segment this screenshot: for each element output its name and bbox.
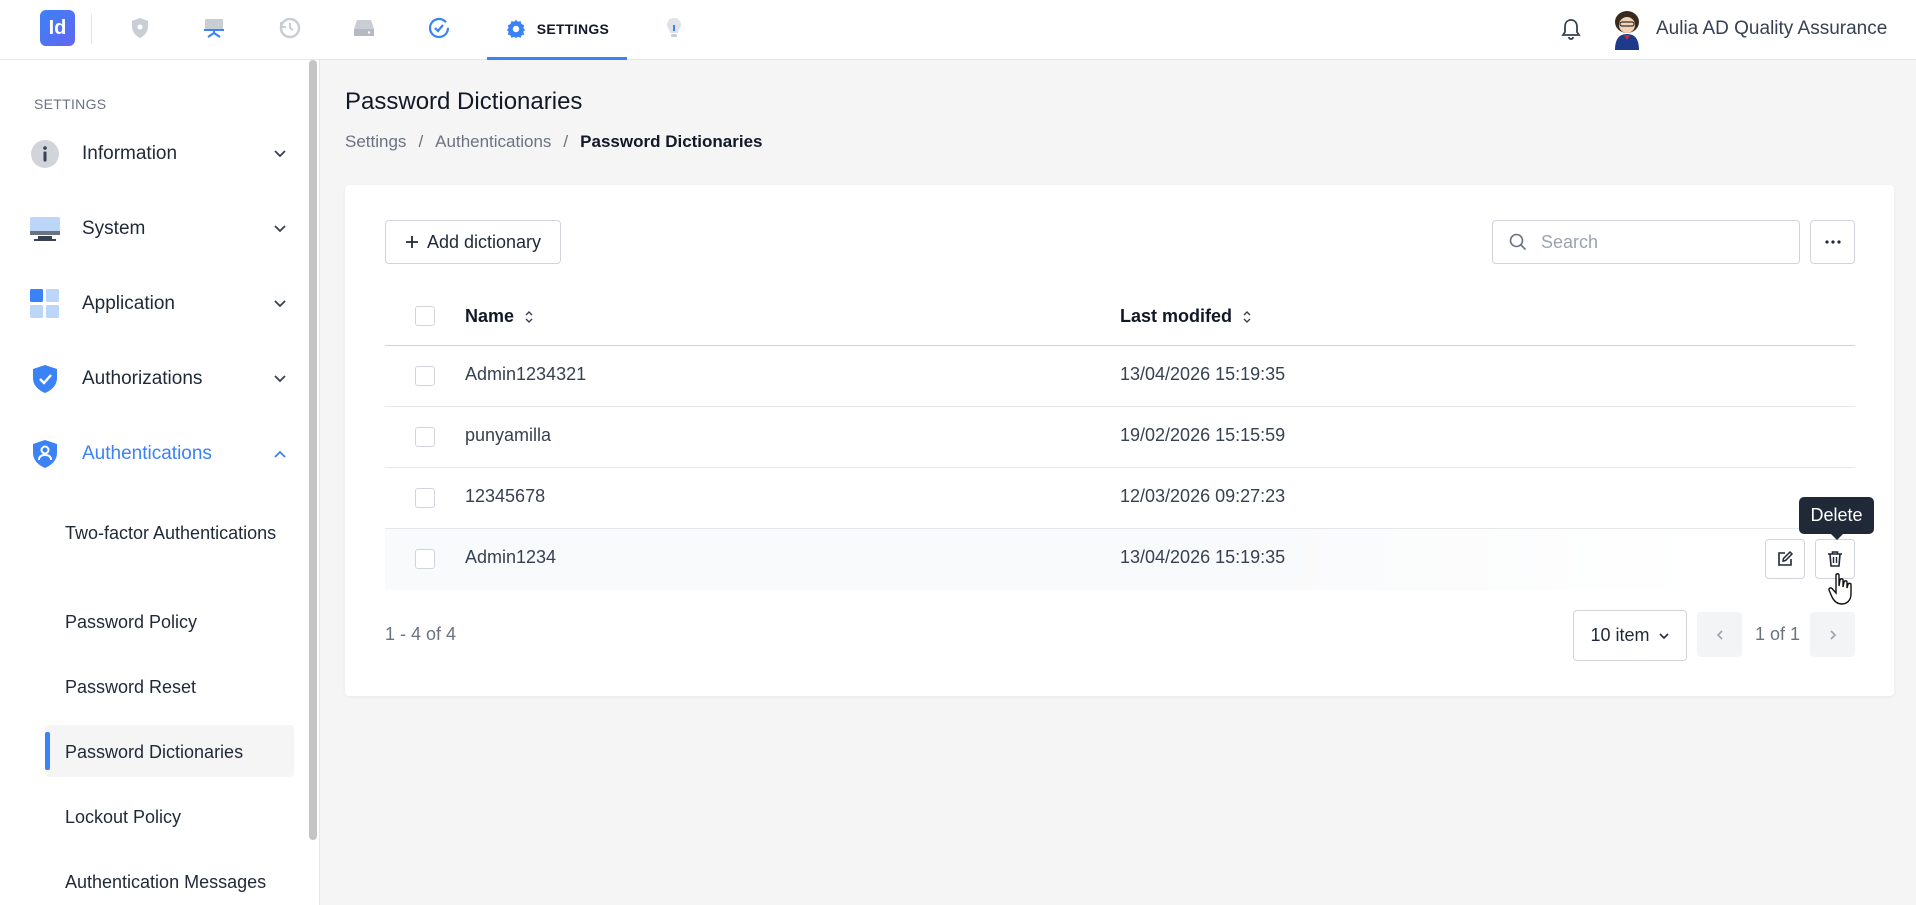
sort-icon — [1243, 310, 1251, 323]
column-header-last-modified[interactable]: Last modifed — [1120, 306, 1252, 327]
row-name: punyamilla — [465, 425, 552, 445]
add-dictionary-button[interactable]: Add dictionary — [385, 220, 561, 264]
avatar[interactable] — [1608, 8, 1646, 50]
row-name: Admin1234 — [465, 547, 557, 567]
sidebar-subitem-password-policy[interactable]: Password Policy — [65, 610, 295, 635]
search-box[interactable] — [1492, 220, 1800, 264]
chevron-up-icon — [270, 444, 290, 464]
notification-bell-icon[interactable] — [1556, 14, 1586, 44]
sidebar-title: SETTINGS — [34, 96, 107, 112]
chevron-down-icon — [270, 294, 290, 314]
divider — [91, 14, 92, 44]
sidebar-subitem-lockout-policy[interactable]: Lockout Policy — [65, 805, 295, 830]
column-header-name-label: Name — [465, 306, 515, 326]
row-name: Admin1234321 — [465, 364, 587, 384]
sidebar-item-label: Authorizations — [82, 368, 203, 389]
table-header: Name Last modifed — [385, 290, 1855, 346]
sidebar-item-label: Authentications — [82, 443, 212, 464]
column-header-name[interactable]: Name — [465, 306, 534, 327]
add-dictionary-label: Add dictionary — [426, 231, 542, 252]
page-title: Password Dictionaries — [345, 88, 583, 115]
chevron-left-icon — [1716, 629, 1723, 640]
app-logo[interactable]: Id — [40, 10, 75, 46]
items-per-page-label: 10 item — [1590, 625, 1650, 645]
page-indicator: 1 of 1 — [1755, 624, 1801, 644]
shield-check-icon — [30, 364, 60, 394]
shield-icon[interactable] — [124, 12, 156, 44]
user-name[interactable]: Aulia AD Quality Assurance — [1656, 18, 1887, 40]
sidebar-subitem-password-reset[interactable]: Password Reset — [65, 675, 295, 700]
top-bar: Id SETTINGS Aulia AD Quality Assurance — [0, 0, 1916, 60]
sidebar-item-authentications[interactable]: Authentications — [30, 432, 290, 476]
info-icon — [30, 139, 60, 169]
next-page-button[interactable] — [1810, 612, 1855, 657]
chevron-down-icon — [1658, 632, 1669, 639]
row-checkbox[interactable] — [415, 549, 435, 569]
hand-cursor-icon — [1828, 572, 1854, 606]
table-row[interactable]: Admin1234 13/04/2026 15:19:35 — [385, 529, 1855, 590]
breadcrumb-separator: / — [563, 132, 569, 151]
chevron-down-icon — [270, 369, 290, 389]
check-circle-icon[interactable] — [423, 12, 455, 44]
row-last-modified: 13/04/2026 15:19:35 — [1120, 547, 1286, 567]
sidebar-subitem-password-dictionaries[interactable]: Password Dictionaries — [65, 740, 295, 765]
row-last-modified: 19/02/2026 15:15:59 — [1120, 425, 1286, 445]
monitor-icon[interactable] — [198, 12, 230, 44]
table-row[interactable]: punyamilla 19/02/2026 15:15:59 — [385, 407, 1855, 468]
sidebar-item-information[interactable]: Information — [30, 132, 290, 176]
sidebar-item-label: Information — [82, 143, 178, 164]
application-grid-icon — [30, 289, 60, 319]
row-checkbox[interactable] — [415, 366, 435, 386]
column-header-last-modified-label: Last modifed — [1120, 306, 1233, 326]
delete-tooltip: Delete — [1799, 497, 1874, 540]
sidebar: SETTINGS Information System Application … — [0, 60, 320, 905]
sidebar-scroll-thumb[interactable] — [309, 60, 317, 840]
drive-icon[interactable] — [348, 12, 380, 44]
lightbulb-icon[interactable] — [658, 12, 690, 44]
trash-icon — [1828, 551, 1842, 567]
sidebar-item-label: System — [82, 218, 146, 239]
select-all-checkbox[interactable] — [415, 306, 435, 326]
previous-page-button[interactable] — [1697, 612, 1742, 657]
plus-icon — [405, 236, 418, 248]
sidebar-item-label: Application — [82, 293, 175, 314]
sidebar-subitem-authentication-messages[interactable]: Authentication Messages — [65, 870, 295, 895]
system-monitor-icon — [30, 214, 60, 244]
more-horizontal-icon — [1824, 240, 1841, 244]
row-last-modified: 12/03/2026 09:27:23 — [1120, 486, 1286, 506]
edit-icon — [1778, 550, 1794, 566]
chevron-down-icon — [270, 144, 290, 164]
row-checkbox[interactable] — [415, 427, 435, 447]
table-row[interactable]: Admin1234321 13/04/2026 15:19:35 — [385, 346, 1855, 407]
tab-settings-label: SETTINGS — [536, 20, 610, 37]
search-input[interactable] — [1541, 231, 1781, 253]
breadcrumb-separator: / — [418, 132, 424, 151]
row-last-modified: 13/04/2026 15:19:35 — [1120, 364, 1286, 384]
breadcrumb-current: Password Dictionaries — [580, 132, 763, 151]
chevron-right-icon — [1829, 629, 1836, 640]
breadcrumb-authentications[interactable]: Authentications — [435, 132, 551, 152]
active-item-indicator — [45, 732, 50, 770]
sidebar-subitem-two-factor[interactable]: Two-factor Authentications — [65, 521, 295, 546]
chevron-down-icon — [270, 219, 290, 239]
history-icon[interactable] — [274, 12, 306, 44]
more-options-button[interactable] — [1810, 220, 1855, 264]
logo-text: Id — [48, 16, 67, 39]
row-name: 12345678 — [465, 486, 546, 506]
sidebar-item-system[interactable]: System — [30, 207, 290, 251]
sidebar-item-application[interactable]: Application — [30, 282, 290, 326]
row-checkbox[interactable] — [415, 488, 435, 508]
table-row[interactable]: 12345678 12/03/2026 09:27:23 — [385, 468, 1855, 529]
edit-button[interactable] — [1765, 539, 1805, 579]
settings-gear-icon — [506, 19, 525, 38]
sidebar-item-authorizations[interactable]: Authorizations — [30, 357, 290, 401]
breadcrumb-settings[interactable]: Settings — [345, 132, 406, 152]
tab-settings[interactable]: SETTINGS — [487, 0, 627, 60]
sort-icon — [525, 310, 533, 323]
result-count: 1 - 4 of 4 — [385, 624, 457, 644]
shield-user-icon — [30, 439, 60, 469]
search-icon — [1509, 233, 1527, 251]
items-per-page-select[interactable]: 10 item — [1573, 610, 1687, 661]
breadcrumb: Settings / Authentications / Password Di… — [345, 132, 763, 152]
